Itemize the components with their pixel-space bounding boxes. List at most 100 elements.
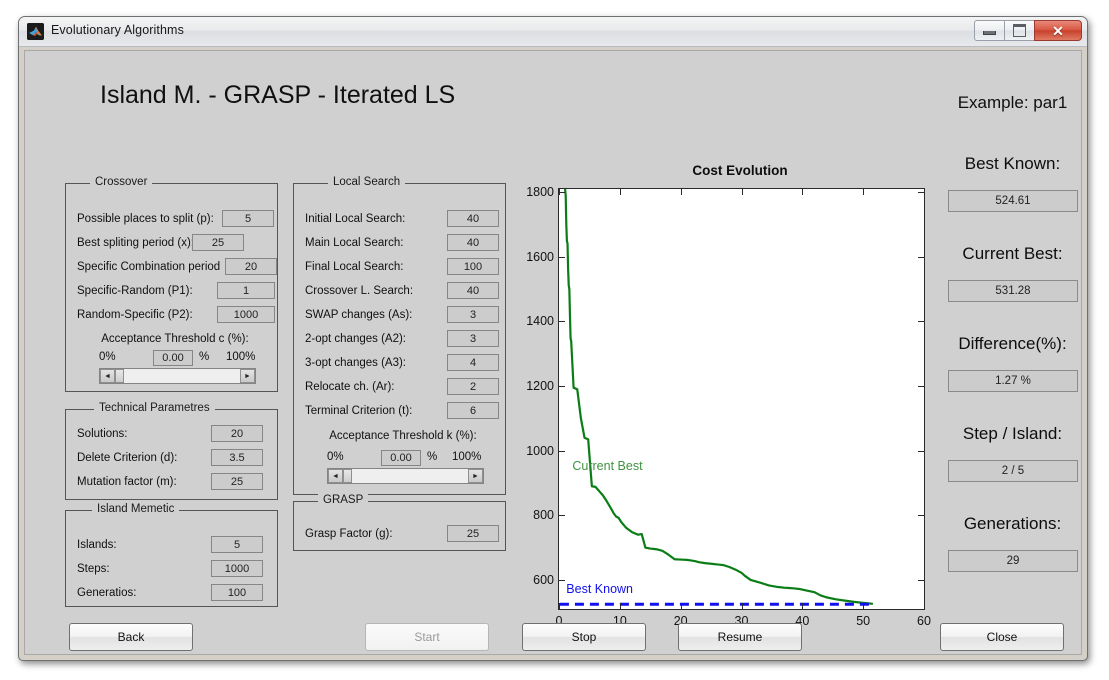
input-best-spliting-period[interactable]: 25 (192, 234, 244, 251)
input-islands[interactable]: 5 (211, 536, 263, 553)
slider-k-value[interactable]: 0.00 (381, 450, 421, 466)
slider-k-max-label: 100% (452, 451, 482, 463)
chart-annotation: Best Known (566, 582, 633, 596)
y-axis-tick (918, 256, 924, 258)
minimize-icon (983, 31, 996, 35)
input-steps[interactable]: 1000 (211, 560, 263, 577)
input-terminal-criterion[interactable]: 6 (447, 402, 499, 419)
y-axis-tick-label: 1200 (526, 379, 554, 394)
input-mutation-factor[interactable]: 25 (211, 473, 263, 490)
input-specific-combination-period[interactable]: 20 (225, 258, 277, 275)
input-possible-places-to-split[interactable]: 5 (222, 210, 274, 227)
window-title: Evolutionary Algorithms (51, 23, 184, 37)
x-axis-tick (559, 189, 560, 195)
panel-grasp-title: GRASP (318, 494, 369, 506)
x-axis-tick-label: 50 (856, 614, 871, 628)
y-axis-tick-label: 1400 (526, 314, 554, 329)
x-axis-tick (924, 189, 925, 195)
x-axis-tick (680, 603, 682, 609)
field-row: Mutation factor (m): (77, 473, 177, 491)
input-2opt-changes[interactable]: 3 (447, 330, 499, 347)
field-label: Specific Combination period (77, 261, 221, 273)
slider-c-value[interactable]: 0.00 (153, 350, 193, 366)
field-row: Initial Local Search: (305, 210, 405, 228)
y-axis-tick-label: 1000 (526, 443, 554, 458)
x-axis-tick (680, 189, 682, 195)
close-action-button[interactable]: Close (940, 623, 1064, 651)
start-button[interactable]: Start (365, 623, 489, 651)
x-axis-tick (741, 189, 743, 195)
slider-k-thumb[interactable] (343, 469, 352, 483)
slider-k-right-arrow-icon[interactable]: ► (468, 469, 483, 483)
difference-value: 1.27 % (948, 370, 1078, 392)
field-label: Crossover L. Search: (305, 285, 414, 297)
acceptance-threshold-k-caption: Acceptance Threshold k (%): (329, 430, 477, 442)
y-axis-tick-label: 600 (533, 572, 554, 587)
field-label: Specific-Random (P1): (77, 285, 193, 297)
chart-plot-area: Current Best Best Known (559, 189, 875, 606)
close-icon: ✕ (1052, 22, 1064, 39)
y-axis-tick (918, 515, 924, 517)
input-delete-criterion[interactable]: 3.5 (211, 449, 263, 466)
slider-c-right-arrow-icon[interactable]: ► (240, 369, 255, 383)
slider-k-left-arrow-icon[interactable]: ◄ (328, 469, 343, 483)
field-row: 3-opt changes (A3): (305, 354, 406, 372)
field-label: Final Local Search: (305, 261, 404, 273)
page-title: Island M. - GRASP - Iterated LS (100, 81, 456, 109)
input-main-local-search[interactable]: 40 (447, 234, 499, 251)
slider-k-track[interactable] (352, 469, 468, 483)
input-random-specific-p2[interactable]: 1000 (217, 306, 275, 323)
slider-c-left-arrow-icon[interactable]: ◄ (100, 369, 115, 383)
maximize-button[interactable] (1004, 20, 1035, 41)
slider-c-min-label: 0% (99, 351, 116, 363)
input-relocate-ch[interactable]: 2 (447, 378, 499, 395)
field-label: Initial Local Search: (305, 213, 406, 225)
step-island-label: Step / Island: (962, 424, 1063, 443)
input-crossover-l-search[interactable]: 40 (447, 282, 499, 299)
slider-c-track[interactable] (124, 369, 240, 383)
chart-title: Cost Evolution (692, 163, 788, 178)
input-specific-random-p1[interactable]: 1 (217, 282, 275, 299)
current-best-label: Current Best: (962, 244, 1063, 263)
field-row: SWAP changes (As): (305, 306, 412, 324)
current-best-value: 531.28 (948, 280, 1078, 302)
acceptance-threshold-c-caption: Acceptance Threshold c (%): (101, 333, 249, 345)
field-row: Possible places to split (p): (77, 210, 214, 228)
input-final-local-search[interactable]: 100 (447, 258, 499, 275)
field-label: Steps: (77, 563, 110, 575)
field-row: Solutions: (77, 425, 128, 443)
input-grasp-factor[interactable]: 25 (447, 525, 499, 542)
minimize-button[interactable] (974, 20, 1005, 41)
resume-button[interactable]: Resume (678, 623, 802, 651)
input-initial-local-search[interactable]: 40 (447, 210, 499, 227)
field-row: Terminal Criterion (t): (305, 402, 412, 420)
y-axis-tick (559, 386, 565, 388)
input-generatios[interactable]: 100 (211, 584, 263, 601)
difference-label: Difference(%): (958, 334, 1067, 353)
input-3opt-changes[interactable]: 4 (447, 354, 499, 371)
y-axis-tick-label: 1800 (526, 185, 554, 200)
maximize-icon (1013, 24, 1026, 37)
y-axis-tick (559, 321, 565, 323)
field-label: Relocate ch. (Ar): (305, 381, 395, 393)
slider-k-scrollbar[interactable]: ◄ ► (327, 468, 484, 484)
back-button[interactable]: Back (69, 623, 193, 651)
y-axis-tick (559, 579, 565, 581)
stop-button[interactable]: Stop (522, 623, 646, 651)
slider-c-thumb[interactable] (115, 369, 124, 383)
slider-c-scrollbar[interactable]: ◄ ► (99, 368, 256, 384)
y-axis-tick (559, 450, 565, 452)
field-row: Generatios: (77, 584, 136, 602)
panel-island-title: Island Memetic (92, 503, 180, 515)
field-label: Mutation factor (m): (77, 476, 177, 488)
y-axis-tick (918, 321, 924, 323)
input-swap-changes[interactable]: 3 (447, 306, 499, 323)
example-label: Example: par1 (957, 93, 1068, 112)
y-axis-tick (918, 386, 924, 388)
input-solutions[interactable]: 20 (211, 425, 263, 442)
field-label: Solutions: (77, 428, 128, 440)
close-button[interactable]: ✕ (1034, 20, 1082, 41)
cost-evolution-chart: Current Best Best Known (558, 188, 925, 610)
x-axis-tick (741, 603, 743, 609)
x-axis-tick (802, 189, 804, 195)
